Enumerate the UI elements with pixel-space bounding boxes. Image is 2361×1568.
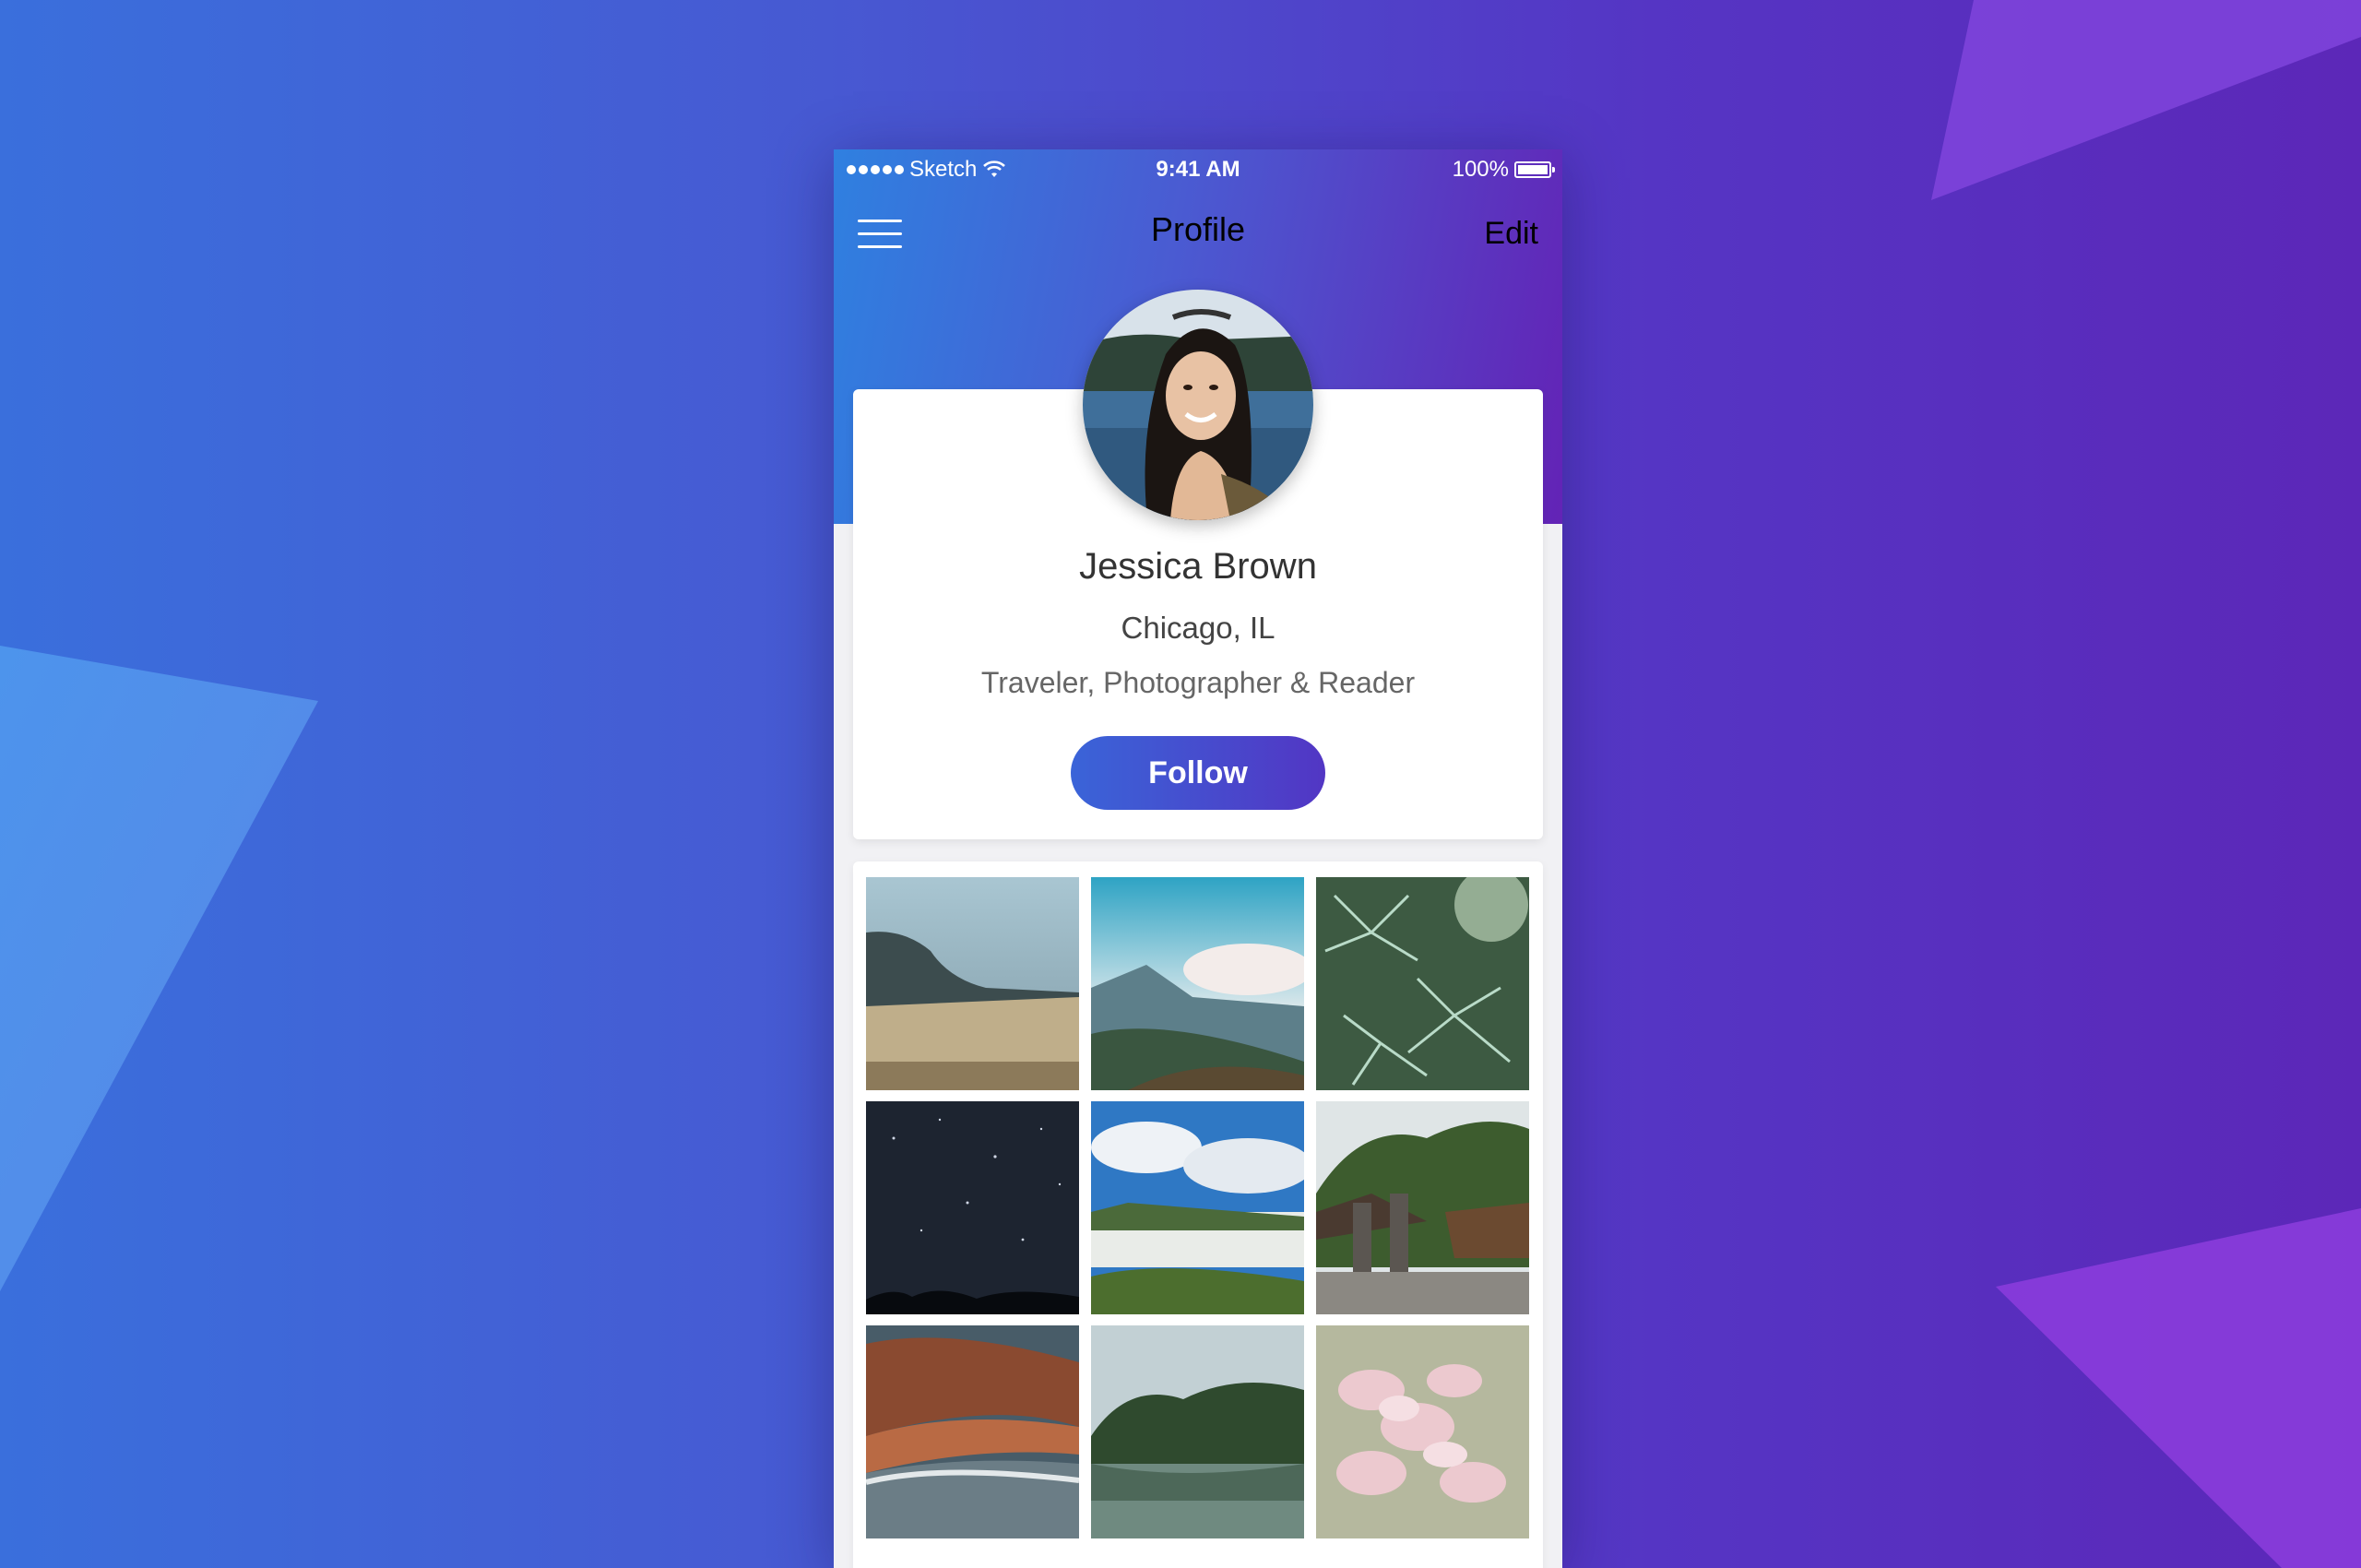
pink-flowers-photo[interactable]: [1316, 1325, 1529, 1538]
page-title: Profile: [1150, 210, 1246, 248]
starry-night-photo[interactable]: [866, 1101, 1079, 1314]
pine-branches-photo[interactable]: [1316, 877, 1529, 1090]
forest-lake-photo[interactable]: [1091, 1325, 1304, 1538]
waterfall-photo[interactable]: [1091, 1101, 1304, 1314]
profile-name: Jessica Brown: [1079, 546, 1317, 587]
edit-button[interactable]: Edit: [1484, 216, 1538, 252]
temple-photo[interactable]: [1316, 1101, 1529, 1314]
mountain-valley-photo[interactable]: [1091, 877, 1304, 1090]
profile-location: Chicago, IL: [1121, 611, 1275, 645]
profile-bio: Traveler, Photographer & Reader: [980, 666, 1416, 699]
phone-screen: Sketch 9:41 AM 100% Profile Edit Jessica…: [834, 149, 1562, 1568]
follow-button[interactable]: Follow: [1071, 736, 1325, 810]
avatar[interactable]: [1083, 290, 1313, 520]
foggy-coast-photo[interactable]: [866, 877, 1079, 1090]
rocky-shore-photo[interactable]: [866, 1325, 1079, 1538]
battery-percent: 100%: [1452, 157, 1509, 182]
status-bar: Sketch 9:41 AM 100%: [834, 149, 1562, 188]
battery-icon: [1514, 161, 1555, 178]
profile-photo: [1083, 290, 1313, 520]
